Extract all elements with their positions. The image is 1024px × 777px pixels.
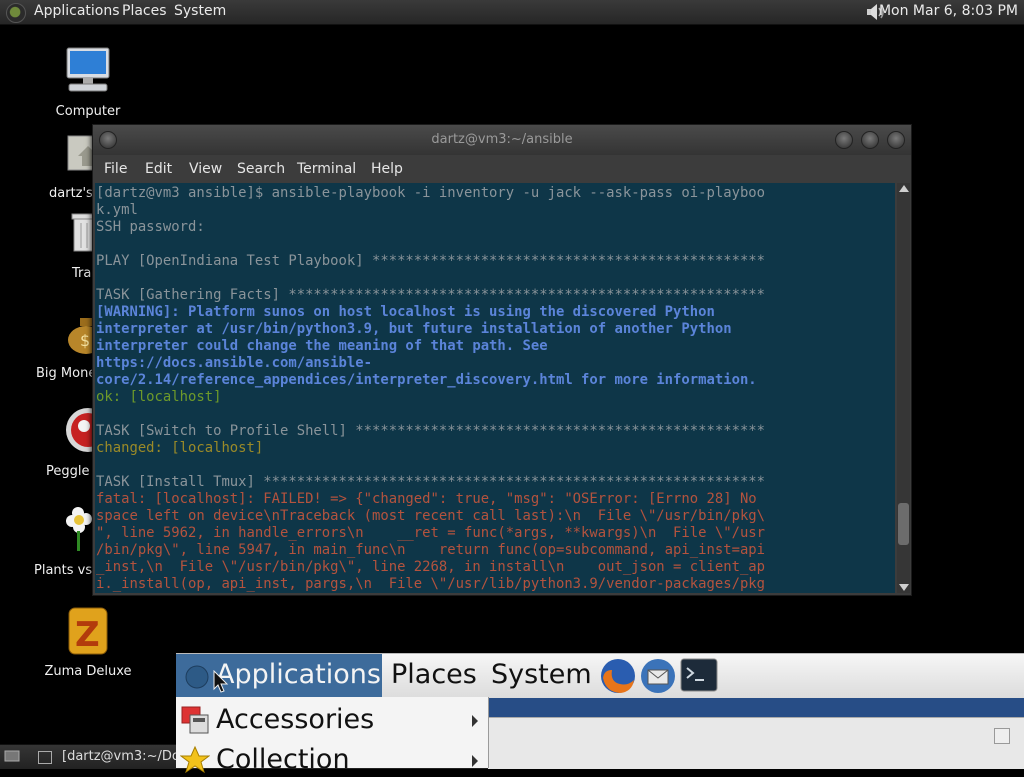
terminal-title: dartz@vm3:~/ansible bbox=[431, 132, 573, 147]
menu-terminal[interactable]: Terminal bbox=[297, 161, 356, 177]
desktop-icon-label: Peggle bbox=[46, 464, 90, 479]
computer-icon bbox=[66, 47, 110, 92]
terminal-window[interactable]: dartz@vm3:~/ansible File Edit View Searc… bbox=[92, 124, 912, 596]
panel-menu-places[interactable]: Places bbox=[122, 3, 167, 19]
zoomed-distro-logo-icon bbox=[185, 665, 209, 689]
menu-view[interactable]: View bbox=[189, 161, 222, 177]
show-desktop-icon[interactable] bbox=[4, 749, 20, 763]
terminal-line: fatal: [localhost]: FAILED! => {"changed… bbox=[96, 491, 757, 507]
minimize-button[interactable] bbox=[835, 131, 853, 149]
scroll-down-arrow-icon[interactable] bbox=[899, 584, 909, 591]
terminal-line: /bin/pkg\", line 5947, in main_func\n re… bbox=[96, 542, 766, 558]
terminal-line: space left on device\nTraceback (most re… bbox=[96, 508, 766, 524]
desktop-icon-label: dartz's bbox=[49, 186, 93, 201]
desktop-icon-plants-vs-zombies[interactable]: Plants vs bbox=[14, 505, 104, 578]
terminal-launcher-icon[interactable] bbox=[680, 658, 718, 694]
zoomed-panel: Applications Places System bbox=[176, 653, 1024, 698]
distro-logo-icon[interactable] bbox=[6, 3, 26, 23]
panel-clock[interactable]: Mon Mar 6, 8:03 PM bbox=[879, 3, 1018, 19]
top-panel: Applications Places System Mon Mar 6, 8:… bbox=[0, 0, 1024, 25]
calculator-icon bbox=[181, 706, 209, 734]
terminal-line: _inst,\n File \"/usr/bin/pkg\", line 226… bbox=[96, 559, 766, 575]
desktop-icon-label: Plants vs bbox=[34, 563, 93, 578]
terminal-line: [dartz@vm3 ansible]$ ansible-playbook -i… bbox=[96, 185, 766, 201]
desktop-icon-label: Big Mone bbox=[36, 366, 97, 381]
terminal-line: core/2.14/reference_appendices/interpret… bbox=[96, 372, 757, 388]
desktop-icon-label: Tra bbox=[72, 266, 92, 281]
thunderbird-icon[interactable] bbox=[638, 656, 678, 696]
submenu-arrow-icon bbox=[472, 755, 478, 767]
menu-file[interactable]: File bbox=[104, 161, 127, 177]
menu-search[interactable]: Search bbox=[237, 161, 285, 177]
terminal-line: ok: [localhost] bbox=[96, 389, 222, 405]
zoomed-menu-applications[interactable]: Applications bbox=[216, 659, 381, 690]
terminal-small-icon bbox=[38, 751, 52, 764]
menu-item-label: Collection bbox=[216, 744, 350, 775]
taskbar-item-label: [dartz@vm3:~/Do bbox=[62, 749, 180, 764]
applications-dropdown: Accessories Collection bbox=[176, 697, 489, 775]
submenu-arrow-icon bbox=[472, 715, 478, 727]
firefox-icon[interactable] bbox=[598, 656, 638, 696]
terminal-line: https://docs.ansible.com/ansible- bbox=[96, 355, 372, 371]
terminal-scrollbar[interactable] bbox=[897, 183, 910, 593]
terminal-text: [dartz@vm3 ansible]$ ansible-playbook -i… bbox=[95, 183, 895, 593]
zuma-icon: Z bbox=[68, 607, 108, 655]
desktop-icon-computer[interactable]: Computer bbox=[33, 46, 143, 119]
terminal-line: i._install(op, api_inst, pargs,\n File \… bbox=[96, 576, 766, 592]
desktop-icon-home[interactable]: dartz's bbox=[14, 128, 109, 201]
terminal-titlebar[interactable]: dartz@vm3:~/ansible bbox=[93, 125, 911, 155]
desktop-icon-trash[interactable]: Tra bbox=[14, 208, 104, 281]
terminal-line: changed: [localhost] bbox=[96, 440, 264, 456]
svg-text:$: $ bbox=[80, 331, 90, 350]
scrollbar-thumb[interactable] bbox=[898, 503, 909, 545]
zoomed-window-titlebar bbox=[488, 697, 1024, 717]
menu-help[interactable]: Help bbox=[371, 161, 403, 177]
scroll-up-arrow-icon[interactable] bbox=[899, 185, 909, 192]
panel-menu-system[interactable]: System bbox=[174, 3, 226, 19]
taskbar-item-terminal[interactable]: [dartz@vm3:~/Do bbox=[34, 747, 180, 767]
maximize-button[interactable] bbox=[861, 131, 879, 149]
menu-item-label: Accessories bbox=[216, 704, 375, 735]
terminal-line: TASK [Switch to Profile Shell] *********… bbox=[96, 423, 766, 439]
mouse-pointer-icon bbox=[213, 670, 229, 693]
terminal-menubar: File Edit View Search Terminal Help bbox=[93, 155, 911, 183]
terminal-line: interpreter at /usr/bin/python3.9, but f… bbox=[96, 321, 732, 337]
menu-item-accessories[interactable]: Accessories bbox=[176, 701, 488, 737]
terminal-line: interpreter could change the meaning of … bbox=[96, 338, 548, 354]
zoomed-menu-places[interactable]: Places bbox=[391, 659, 477, 690]
zoomed-menu-system[interactable]: System bbox=[491, 659, 592, 690]
terminal-line: TASK [Install Tmux] ********************… bbox=[96, 474, 766, 490]
menu-item-collection[interactable]: Collection bbox=[176, 741, 488, 777]
desktop-icon-label: Computer bbox=[55, 104, 121, 119]
desktop-icon-peggle[interactable]: Peggle bbox=[14, 406, 110, 479]
zoomed-close-icon[interactable] bbox=[994, 728, 1010, 744]
terminal-line: TASK [Gathering Facts] *****************… bbox=[96, 287, 766, 303]
terminal-line: ", line 5962, in handle_errors\n __ret =… bbox=[96, 525, 766, 541]
terminal-output[interactable]: [dartz@vm3 ansible]$ ansible-playbook -i… bbox=[95, 183, 895, 593]
desktop-icon-label: Zuma Deluxe bbox=[44, 664, 132, 679]
terminal-line: PLAY [OpenIndiana Test Playbook] *******… bbox=[96, 253, 766, 269]
desktop-icon-zuma-deluxe[interactable]: Z Zuma Deluxe bbox=[33, 606, 143, 679]
star-icon bbox=[180, 745, 210, 774]
terminal-line: k.yml bbox=[96, 202, 138, 218]
terminal-line: SSH password: bbox=[96, 219, 205, 235]
zoomed-window bbox=[488, 717, 1024, 769]
menu-edit[interactable]: Edit bbox=[145, 161, 172, 177]
panel-menu-applications[interactable]: Applications bbox=[34, 3, 120, 19]
close-button[interactable] bbox=[887, 131, 905, 149]
desktop-icon-big-money[interactable]: $ Big Mone bbox=[14, 308, 104, 381]
terminal-line: [WARNING]: Platform sunos on host localh… bbox=[96, 304, 715, 320]
svg-text:Z: Z bbox=[75, 615, 100, 655]
